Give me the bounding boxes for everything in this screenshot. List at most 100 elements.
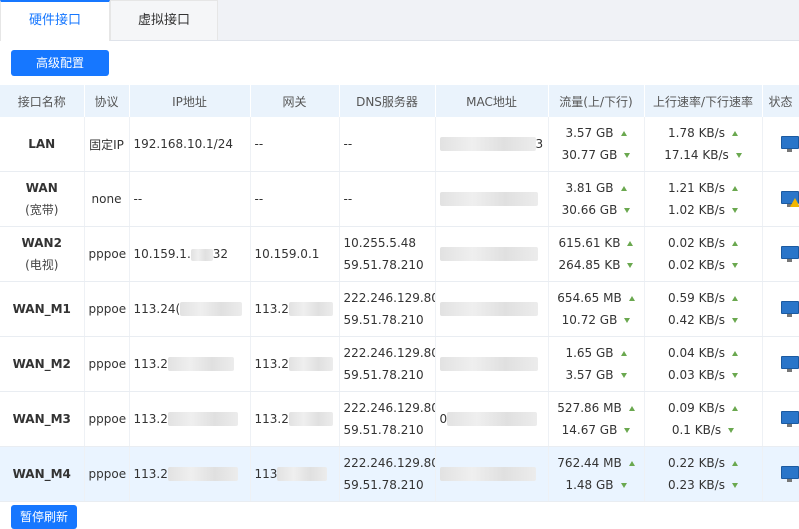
rate-cell: 1.78 KB/s 17.14 KB/s [644,117,762,172]
down-arrow-icon [728,428,734,433]
col-status: 状态 [762,85,799,117]
redacted-mac [440,467,536,481]
mac-cell [435,227,548,282]
tab-virtual-interfaces[interactable]: 虚拟接口 [110,0,218,40]
interface-name: LAN [0,117,84,172]
mac-cell [435,337,548,392]
col-mac: MAC地址 [435,85,548,117]
up-arrow-icon [629,406,635,411]
interface-name: WAN(宽带) [0,172,84,227]
rate-cell: 1.21 KB/s 1.02 KB/s [644,172,762,227]
down-arrow-icon [621,483,627,488]
table-row[interactable]: WAN_M3 pppoe 113.2 113.2 222.246.129.805… [0,392,799,447]
redacted-mac [440,192,538,206]
up-arrow-icon [621,186,627,191]
up-arrow-icon [627,241,633,246]
status-cell [762,392,799,447]
redacted-gateway [289,357,333,371]
dns-cell: -- [339,117,435,172]
dns-cell: 10.255.5.4859.51.78.210 [339,227,435,282]
table-row[interactable]: WAN_M2 pppoe 113.2 113.2 222.246.129.805… [0,337,799,392]
rate-cell: 0.04 KB/s 0.03 KB/s [644,337,762,392]
gateway-cell: 113.2 [250,282,339,337]
down-arrow-icon [627,263,633,268]
dns-cell: 222.246.129.8059.51.78.210 [339,282,435,337]
down-arrow-icon [732,263,738,268]
table-row[interactable]: WAN_M4 pppoe 113.2 113 222.246.129.8059.… [0,447,799,502]
redacted-mac [440,247,538,261]
traffic-cell: 615.61 KB 264.85 KB [548,227,644,282]
ip-cell: -- [129,172,250,227]
down-arrow-icon [624,208,630,213]
col-interface-name: 接口名称 [0,85,84,117]
rate-cell: 0.02 KB/s 0.02 KB/s [644,227,762,282]
mac-cell [435,282,548,337]
interface-name: WAN_M4 [0,447,84,502]
dns-cell: 222.246.129.8059.51.78.210 [339,392,435,447]
gateway-cell: 113.2 [250,337,339,392]
interface-name: WAN_M1 [0,282,84,337]
monitor-icon [781,299,799,319]
table-row[interactable]: WAN2(电视) pppoe 10.159.1.32 10.159.0.1 10… [0,227,799,282]
tab-hardware-interfaces[interactable]: 硬件接口 [0,0,110,41]
col-dns: DNS服务器 [339,85,435,117]
up-arrow-icon [732,186,738,191]
gateway-cell: 113 [250,447,339,502]
rate-cell: 0.59 KB/s 0.42 KB/s [644,282,762,337]
redacted-gateway [277,467,327,481]
mac-cell [435,172,548,227]
down-arrow-icon [732,483,738,488]
col-traffic: 流量(上/下行) [548,85,644,117]
protocol-cell: none [84,172,129,227]
dns-cell: 222.246.129.8059.51.78.210 [339,447,435,502]
interface-table: 接口名称 协议 IP地址 网关 DNS服务器 MAC地址 流量(上/下行) 上行… [0,85,799,502]
redacted-ip [180,302,242,316]
status-cell [762,117,799,172]
status-cell [762,227,799,282]
table-row[interactable]: WAN_M1 pppoe 113.24( 113.2 222.246.129.8… [0,282,799,337]
status-cell [762,337,799,392]
up-arrow-icon [732,461,738,466]
traffic-cell: 762.44 MB 1.48 GB [548,447,644,502]
protocol-cell: pppoe [84,447,129,502]
redacted-ip [168,412,238,426]
rate-cell: 0.22 KB/s 0.23 KB/s [644,447,762,502]
protocol-cell: 固定IP [84,117,129,172]
rate-cell: 0.09 KB/s 0.1 KB/s [644,392,762,447]
down-arrow-icon [732,318,738,323]
interface-name: WAN_M3 [0,392,84,447]
protocol-cell: pppoe [84,282,129,337]
traffic-cell: 3.57 GB 30.77 GB [548,117,644,172]
col-rate: 上行速率/下行速率 [644,85,762,117]
gateway-cell: -- [250,172,339,227]
ip-cell: 192.168.10.1/24 [129,117,250,172]
monitor-icon [781,409,799,429]
protocol-cell: pppoe [84,337,129,392]
table-row[interactable]: LAN 固定IP 192.168.10.1/24 -- -- 3 3.57 GB… [0,117,799,172]
down-arrow-icon [621,373,627,378]
redacted-ip [168,467,238,481]
up-arrow-icon [629,296,635,301]
up-arrow-icon [621,131,627,136]
traffic-cell: 1.65 GB 3.57 GB [548,337,644,392]
monitor-icon [781,464,799,484]
col-protocol: 协议 [84,85,129,117]
mac-cell: 3 [435,117,548,172]
traffic-cell: 654.65 MB 10.72 GB [548,282,644,337]
advanced-config-button[interactable]: 高级配置 [11,50,109,76]
gateway-cell: -- [250,117,339,172]
monitor-warning-icon [781,189,799,209]
status-cell [762,172,799,227]
dns-cell: 222.246.129.8059.51.78.210 [339,337,435,392]
protocol-cell: pppoe [84,392,129,447]
pause-refresh-button[interactable]: 暂停刷新 [11,505,77,529]
table-row[interactable]: WAN(宽带) none -- -- -- 3.81 GB 30.66 GB 1… [0,172,799,227]
col-gateway: 网关 [250,85,339,117]
traffic-cell: 3.81 GB 30.66 GB [548,172,644,227]
gateway-cell: 10.159.0.1 [250,227,339,282]
down-arrow-icon [732,373,738,378]
traffic-cell: 527.86 MB 14.67 GB [548,392,644,447]
redacted-mac [447,412,537,426]
redacted-gateway [289,412,333,426]
up-arrow-icon [732,406,738,411]
